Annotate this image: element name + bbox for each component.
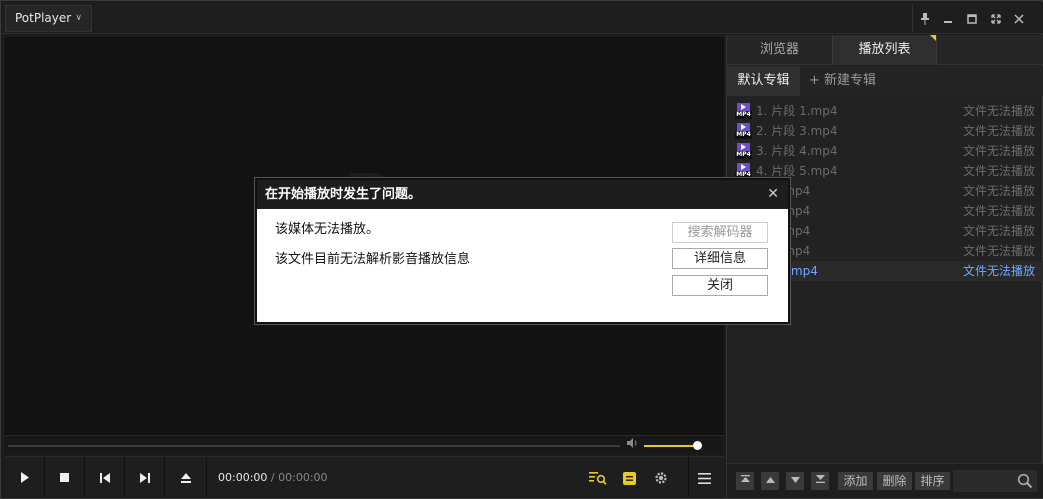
- mp4-file-icon: MP4: [735, 123, 752, 139]
- pin-icon[interactable]: [913, 5, 937, 32]
- active-corner-marker: [930, 35, 936, 41]
- dialog-title-text: 在开始播放时发生了问题。: [265, 187, 422, 202]
- move-up-button[interactable]: [761, 472, 779, 490]
- dialog-close-button[interactable]: 关闭: [672, 275, 768, 296]
- playlist-search-icon[interactable]: [588, 468, 608, 488]
- app-menu-label: PotPlayer: [15, 11, 72, 25]
- seek-row: [5, 435, 724, 455]
- move-top-button[interactable]: [736, 472, 754, 490]
- volume-fill: [644, 445, 698, 447]
- move-down-icon: [790, 477, 800, 483]
- mp4-file-icon: MP4: [735, 103, 752, 119]
- sort-button[interactable]: 排序: [915, 472, 950, 490]
- error-dialog: 在开始播放时发生了问题。 ✕ 该媒体无法播放。 该文件目前无法解析影音播放信息 …: [255, 178, 790, 324]
- divider: [688, 457, 689, 498]
- dialog-title: 在开始播放时发生了问题。 ✕: [257, 180, 788, 209]
- move-top-icon: [740, 475, 750, 482]
- current-time: 00:00:00: [218, 471, 268, 484]
- delete-button[interactable]: 删除: [877, 472, 912, 490]
- close-icon[interactable]: ✕: [767, 180, 779, 209]
- move-bottom-button[interactable]: [811, 472, 829, 490]
- total-time: 00:00:00: [278, 471, 328, 484]
- search-codec-button[interactable]: 搜索解码器: [672, 222, 768, 243]
- maximize-icon[interactable]: [960, 5, 984, 32]
- tab-playlist-label: 播放列表: [858, 42, 911, 57]
- dialog-message-secondary: 该文件目前无法解析影音播放信息: [275, 252, 471, 267]
- app-menu-button[interactable]: PotPlayer ∨: [5, 5, 92, 32]
- hamburger-menu-icon[interactable]: [694, 468, 714, 488]
- previous-button[interactable]: [85, 457, 125, 498]
- minimize-icon[interactable]: [937, 5, 961, 32]
- panel-tabs: 浏览器 播放列表: [727, 35, 1043, 65]
- move-up-icon: [765, 477, 775, 483]
- playlist-item-status: 文件无法播放: [962, 224, 1035, 238]
- playlist-search-input[interactable]: [953, 470, 1037, 492]
- next-button[interactable]: [125, 457, 165, 498]
- playlist-item-status: 文件无法播放: [962, 164, 1035, 178]
- move-down-button[interactable]: [786, 472, 804, 490]
- mp4-file-icon: MP4: [735, 163, 752, 179]
- time-separator: /: [270, 471, 275, 484]
- window-controls: [912, 5, 1042, 32]
- tab-browser[interactable]: 浏览器: [727, 35, 832, 65]
- volume-slider[interactable]: [644, 445, 700, 447]
- playlist-item-status: 文件无法播放: [962, 204, 1035, 218]
- move-bottom-icon: [815, 475, 825, 483]
- tab-playlist[interactable]: 播放列表: [832, 35, 937, 65]
- file-extension-label: MP4: [735, 151, 752, 159]
- play-badge-icon: [737, 123, 750, 131]
- potplayer-window: PotPlayer ∨ P: [0, 0, 1043, 499]
- playlist-item-name: 1. 片段 1.mp4: [756, 104, 838, 118]
- play-badge-icon: [737, 103, 750, 111]
- volume-knob[interactable]: [693, 441, 703, 450]
- eject-button[interactable]: [165, 457, 207, 498]
- time-display: 00:00:00 / 00:00:00: [218, 457, 328, 498]
- playlist-item-status: 文件无法播放: [962, 124, 1035, 138]
- fullscreen-icon[interactable]: [984, 5, 1008, 32]
- control-bar: 00:00:00 / 00:00:00: [5, 456, 724, 498]
- playlist-item[interactable]: MP4 1. 片段 1.mp4 文件无法播放: [727, 101, 1043, 121]
- gear-icon[interactable]: [651, 468, 671, 488]
- play-badge-icon: [737, 163, 750, 171]
- playlist-item-status: 文件无法播放: [962, 104, 1035, 118]
- new-album-button[interactable]: + 新建专辑: [809, 66, 876, 96]
- dialog-message-primary: 该媒体无法播放。: [275, 222, 380, 237]
- play-button[interactable]: [5, 457, 45, 498]
- playlist-item-status: 文件无法播放: [962, 184, 1035, 198]
- file-extension-label: MP4: [735, 131, 752, 139]
- playlist-item-status: 文件无法播放: [962, 264, 1035, 278]
- stop-button[interactable]: [45, 457, 85, 498]
- speaker-icon[interactable]: [627, 438, 639, 451]
- previous-icon: [99, 472, 110, 483]
- search-icon: [1017, 473, 1033, 492]
- mp4-file-icon: MP4: [735, 143, 752, 159]
- playlist-item[interactable]: MP4 3. 片段 4.mp4 文件无法播放: [727, 141, 1043, 161]
- playlist-item-status: 文件无法播放: [962, 244, 1035, 258]
- playlist-item[interactable]: MP4 2. 片段 3.mp4 文件无法播放: [727, 121, 1043, 141]
- eject-icon: [180, 472, 191, 483]
- seek-bar[interactable]: [8, 445, 620, 447]
- play-icon: [20, 472, 29, 483]
- file-extension-label: MP4: [735, 111, 752, 119]
- stop-icon: [60, 473, 69, 482]
- album-row: 默认专辑 + 新建专辑: [727, 66, 1043, 96]
- details-button[interactable]: 详细信息: [672, 248, 768, 269]
- playlist-item-name: 3. 片段 4.mp4: [756, 144, 838, 158]
- close-icon[interactable]: [1007, 5, 1031, 32]
- title-bar: PotPlayer ∨: [2, 2, 1043, 34]
- subtitle-icon[interactable]: [619, 468, 639, 488]
- playlist-item-name: 2. 片段 3.mp4: [756, 124, 838, 138]
- play-badge-icon: [737, 143, 750, 151]
- playlist-toolbar: 添加 删除 排序: [727, 463, 1043, 498]
- album-default[interactable]: 默认专辑: [727, 66, 800, 96]
- chevron-down-icon: ∨: [75, 13, 82, 23]
- next-icon: [139, 472, 150, 483]
- playlist-item-status: 文件无法播放: [962, 144, 1035, 158]
- add-button[interactable]: 添加: [838, 472, 873, 490]
